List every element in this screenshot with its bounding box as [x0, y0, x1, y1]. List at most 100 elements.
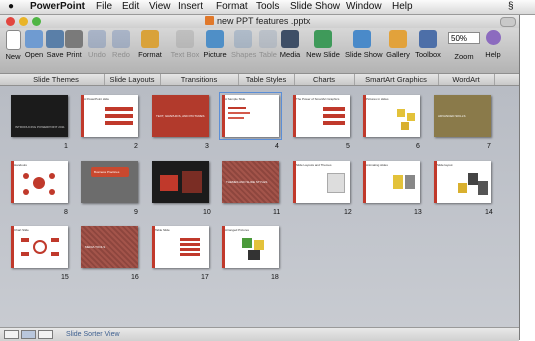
- slide-thumbnail-7[interactable]: ADVANCED SKILLS: [434, 95, 491, 137]
- new-document-icon: [5, 30, 21, 50]
- table-button[interactable]: Table: [257, 30, 279, 59]
- slide-6-title: Pictures in slides: [366, 97, 389, 101]
- slide-thumbnail-12[interactable]: Slide Layouts and Themes: [293, 161, 350, 203]
- slide-12-title: Slide Layouts and Themes: [296, 163, 332, 167]
- menu-help[interactable]: Help: [392, 0, 413, 14]
- tab-slide-themes[interactable]: Slide Themes: [8, 74, 105, 85]
- menu-view[interactable]: View: [149, 0, 171, 14]
- menu-slide-show[interactable]: Slide Show: [290, 0, 340, 14]
- toolbox-button[interactable]: Toolbox: [414, 30, 442, 59]
- slide-thumbnail-2[interactable]: A PowerPoint slide: [81, 95, 138, 137]
- table-label: Table: [259, 50, 277, 59]
- slide-4-title: A Sample Slide: [225, 97, 246, 101]
- slide-thumbnail-9[interactable]: Business Practices: [81, 161, 138, 203]
- menu-tools[interactable]: Tools: [256, 0, 279, 14]
- tab-smartart-graphics[interactable]: SmartArt Graphics: [354, 74, 439, 85]
- slide-show-label: Slide Show: [345, 50, 383, 59]
- shapes-icon: [234, 30, 252, 48]
- tab-wordart[interactable]: WordArt: [438, 74, 495, 85]
- slide-thumbnail-18[interactable]: Arranged Pictures: [222, 226, 279, 268]
- save-icon: [46, 30, 64, 48]
- picture-icon: [206, 30, 224, 48]
- apple-menu-icon[interactable]: ●: [8, 0, 14, 14]
- slide-sorter-view-button[interactable]: [21, 330, 36, 339]
- script-menu-icon[interactable]: §: [508, 0, 514, 14]
- tab-transitions[interactable]: Transitions: [160, 74, 239, 85]
- tab-table-styles[interactable]: Table Styles: [238, 74, 295, 85]
- zoom-field[interactable]: 50%: [448, 32, 480, 44]
- app-menu[interactable]: PowerPoint: [30, 0, 85, 14]
- slide-5-title: The Power of SmartArt Graphics: [296, 97, 340, 101]
- slide-accent-bar: [81, 95, 84, 137]
- media-label: Media: [279, 50, 301, 59]
- menu-format[interactable]: Format: [216, 0, 248, 14]
- normal-view-button[interactable]: [4, 330, 19, 339]
- new-button[interactable]: New: [3, 30, 23, 61]
- slide-thumbnail-11[interactable]: THEMES AND SLIDE STYLES: [222, 161, 279, 203]
- slide-accent-bar: [434, 161, 437, 203]
- shapes-button[interactable]: Shapes: [231, 30, 256, 59]
- slide-show-view-button[interactable]: [38, 330, 53, 339]
- menu-edit[interactable]: Edit: [122, 0, 139, 14]
- document-icon: [205, 16, 214, 25]
- slide-accent-bar: [293, 161, 296, 203]
- slide-sorter: INTRODUCING POWERPOINT 2011 1 A PowerPoi…: [0, 86, 519, 327]
- slide-thumbnail-3[interactable]: TEXT, GRAPHICS, AND PICTURES: [152, 95, 209, 137]
- picture-label: Picture: [203, 50, 227, 59]
- menu-insert[interactable]: Insert: [178, 0, 203, 14]
- help-label: Help: [485, 50, 501, 59]
- slide-thumbnail-17[interactable]: Table Slide: [152, 226, 209, 268]
- text-box-icon: [176, 30, 194, 48]
- media-button[interactable]: Media: [279, 30, 301, 59]
- toolbar-toggle-button[interactable]: [500, 17, 516, 27]
- printer-icon: [65, 30, 83, 48]
- gallery-button[interactable]: Gallery: [385, 30, 411, 59]
- slide-thumbnail-14[interactable]: Slide layout: [434, 161, 491, 203]
- slide-number: 12: [344, 209, 352, 216]
- menu-file[interactable]: File: [96, 0, 112, 14]
- slide-show-icon: [353, 30, 371, 48]
- view-label: Slide Sorter View: [66, 331, 120, 338]
- table-icon: [259, 30, 277, 48]
- help-button[interactable]: Help: [484, 30, 502, 59]
- slide-accent-bar: [222, 226, 225, 268]
- slide-13-title: Animating slides: [366, 163, 388, 167]
- slide-number: 6: [416, 143, 420, 150]
- save-button[interactable]: Save: [45, 30, 65, 59]
- slide-18-title: Arranged Pictures: [225, 228, 250, 232]
- text-box-button[interactable]: Text Box: [170, 30, 200, 59]
- slide-thumbnail-6[interactable]: Pictures in slides: [363, 95, 420, 137]
- slide-thumbnail-15[interactable]: Chart Slide: [11, 226, 68, 268]
- open-button[interactable]: Open: [23, 30, 45, 59]
- zoom-window-button[interactable]: [32, 17, 41, 26]
- text-box-label: Text Box: [170, 50, 200, 59]
- save-label: Save: [46, 50, 64, 59]
- toolbox-icon: [419, 30, 437, 48]
- menu-window[interactable]: Window: [346, 0, 382, 14]
- undo-icon: [88, 30, 106, 48]
- slide-thumbnail-16[interactable]: MEDIA TOOLS: [81, 226, 138, 268]
- redo-button[interactable]: Redo: [110, 30, 132, 59]
- new-slide-icon: [314, 30, 332, 48]
- slide-thumbnail-10[interactable]: [152, 161, 209, 203]
- close-button[interactable]: [6, 17, 15, 26]
- slide-number: 14: [485, 209, 493, 216]
- slide-8-title: Handouts: [14, 163, 27, 167]
- format-label: Format: [138, 50, 162, 59]
- gallery-label: Gallery: [386, 50, 410, 59]
- slide-thumbnail-1[interactable]: INTRODUCING POWERPOINT 2011: [11, 95, 68, 137]
- tab-slide-layouts[interactable]: Slide Layouts: [104, 74, 161, 85]
- slide-thumbnail-8[interactable]: Handouts: [11, 161, 68, 203]
- print-button[interactable]: Print: [65, 30, 83, 59]
- slide-thumbnail-4[interactable]: A Sample Slide: [219, 92, 282, 140]
- format-button[interactable]: Format: [137, 30, 163, 59]
- slide-thumbnail-5[interactable]: The Power of SmartArt Graphics: [293, 95, 350, 137]
- undo-button[interactable]: Undo: [86, 30, 108, 59]
- print-label: Print: [66, 50, 82, 59]
- tab-charts[interactable]: Charts: [294, 74, 355, 85]
- new-slide-button[interactable]: New Slide: [306, 30, 340, 59]
- picture-button[interactable]: Picture: [202, 30, 228, 59]
- minimize-button[interactable]: [19, 17, 28, 26]
- slide-show-button[interactable]: Slide Show: [345, 30, 383, 59]
- slide-thumbnail-13[interactable]: Animating slides: [363, 161, 420, 203]
